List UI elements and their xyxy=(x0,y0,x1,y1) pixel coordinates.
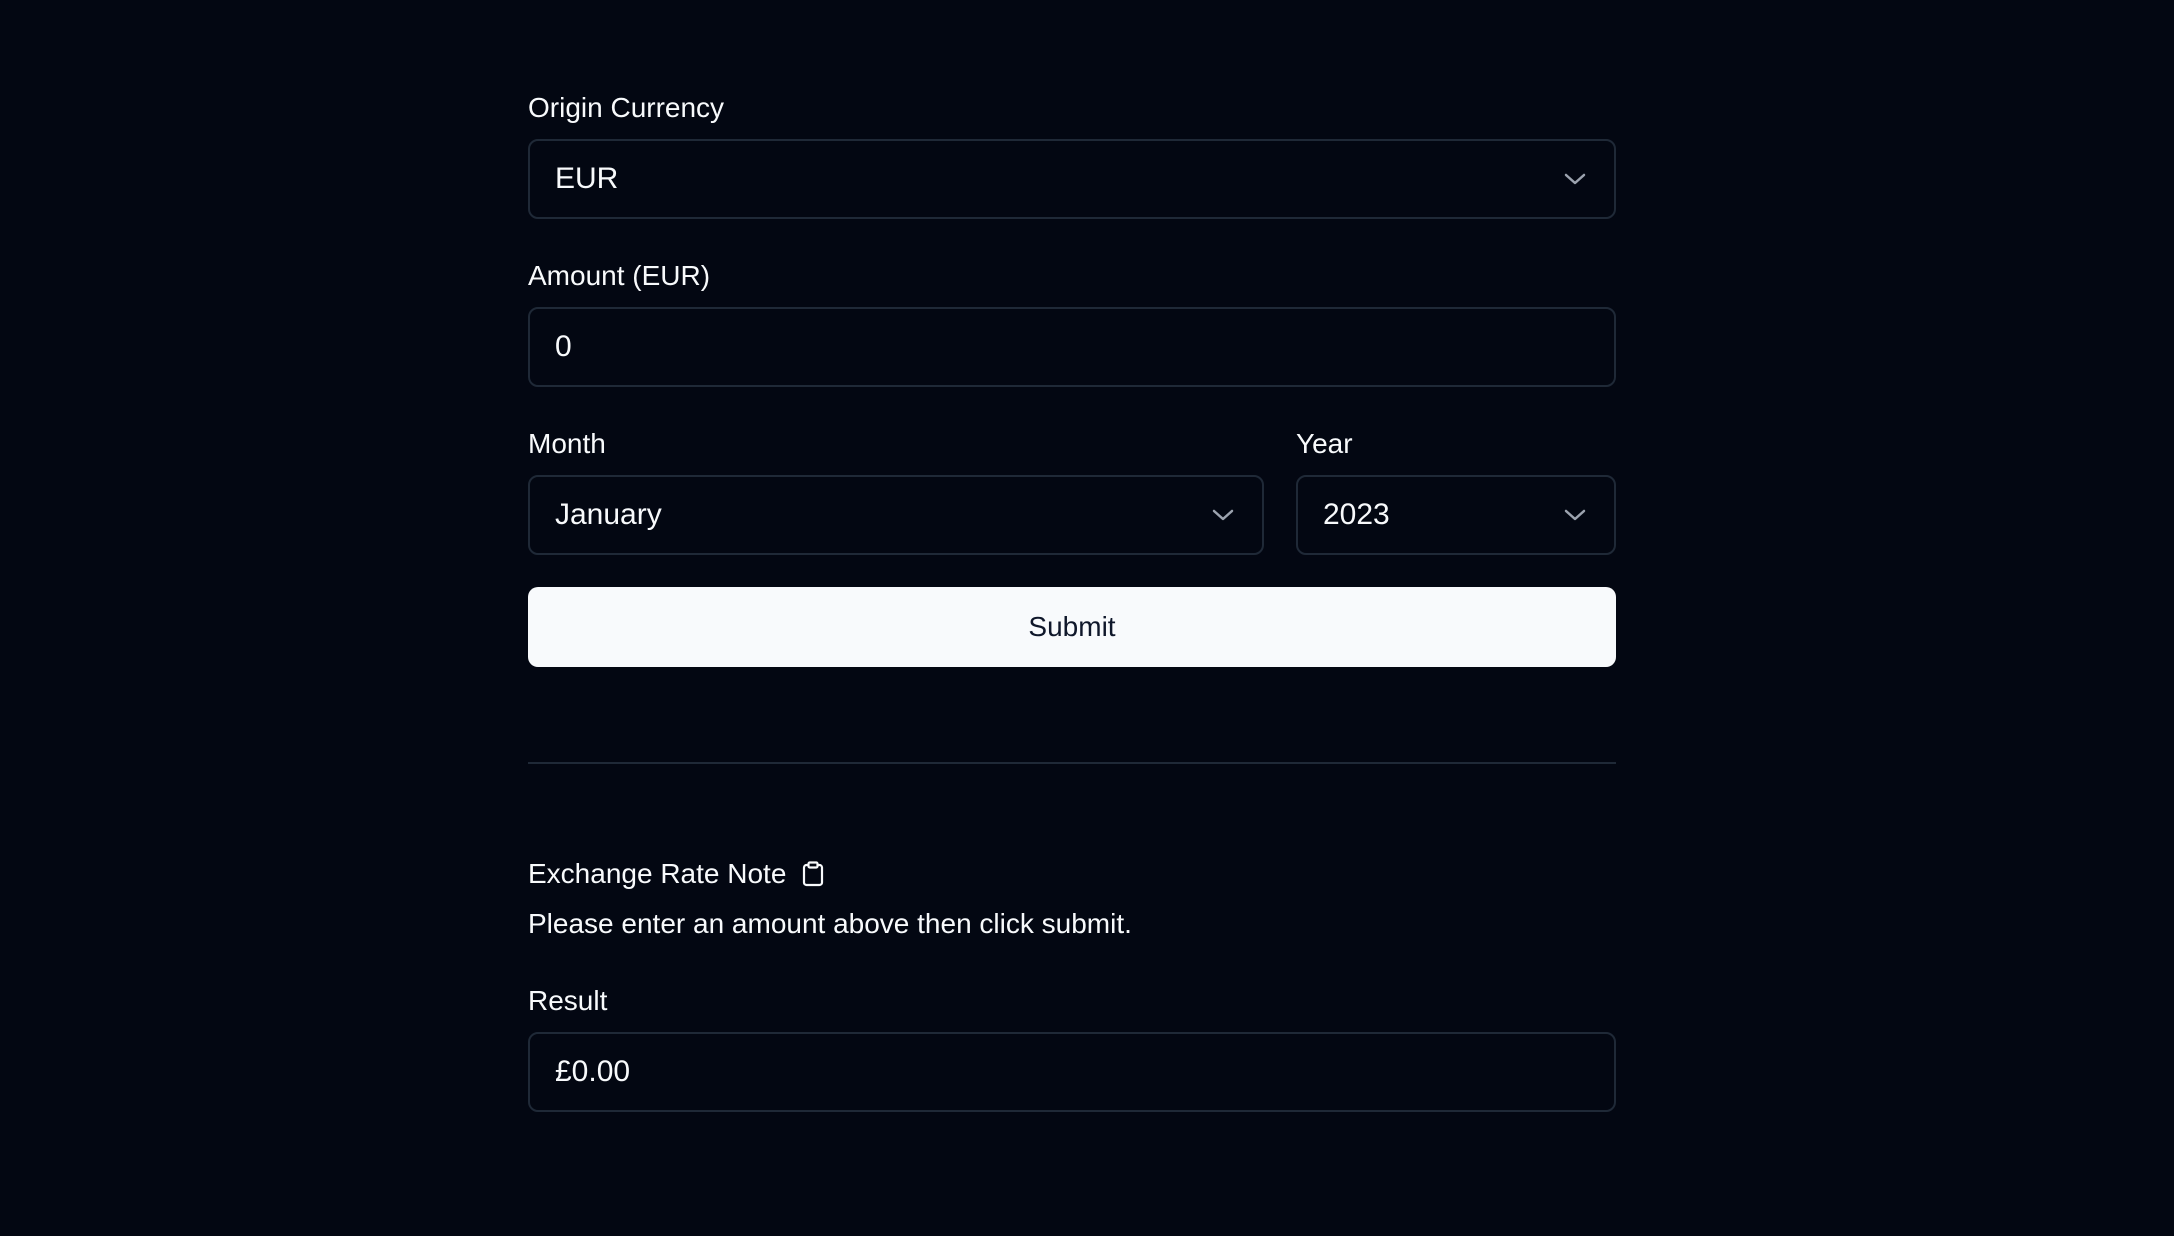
year-select[interactable]: 2023 xyxy=(1296,475,1616,555)
result-label: Result xyxy=(528,985,608,1016)
year-label: Year xyxy=(1296,428,1353,459)
year-value: 2023 xyxy=(1323,498,1390,531)
exchange-rate-note-title: Exchange Rate Note xyxy=(528,858,787,889)
submit-button[interactable]: Submit xyxy=(528,587,1616,667)
month-label: Month xyxy=(528,428,606,459)
amount-label: Amount (EUR) xyxy=(528,260,711,291)
chevron-down-icon xyxy=(1564,172,1586,186)
result-value: £0.00 xyxy=(555,1055,631,1088)
amount-value: 0 xyxy=(555,330,572,363)
month-select[interactable]: January xyxy=(528,475,1264,555)
origin-currency-label: Origin Currency xyxy=(528,92,725,123)
exchange-rate-note-text: Please enter an amount above then click … xyxy=(528,908,1132,939)
exchange-rate-note-header: Exchange Rate Note xyxy=(528,857,824,891)
divider xyxy=(528,762,1616,764)
month-value: January xyxy=(555,498,662,531)
chevron-down-icon xyxy=(1564,508,1586,522)
clipboard-icon[interactable] xyxy=(802,861,824,887)
origin-currency-value: EUR xyxy=(555,162,619,195)
amount-input[interactable]: 0 xyxy=(528,307,1616,387)
origin-currency-select[interactable]: EUR xyxy=(528,139,1616,219)
result-field[interactable]: £0.00 xyxy=(528,1032,1616,1112)
chevron-down-icon xyxy=(1212,508,1234,522)
